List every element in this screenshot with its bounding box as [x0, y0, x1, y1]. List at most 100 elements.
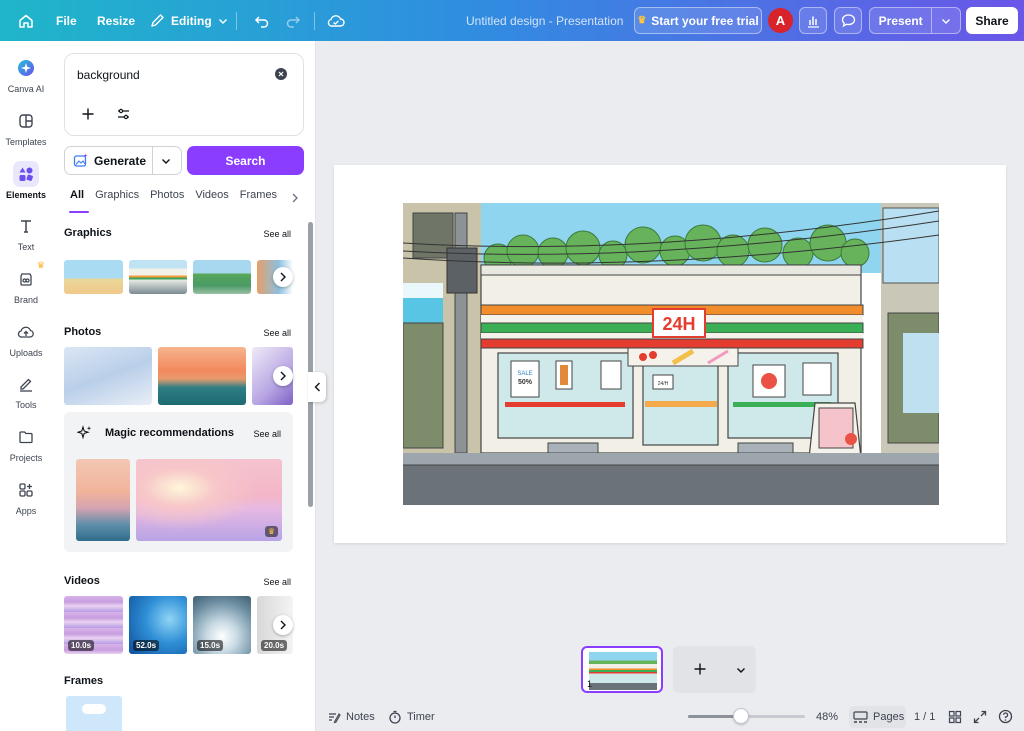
comments-button[interactable] — [834, 7, 862, 34]
resize-button[interactable]: Resize — [97, 0, 135, 41]
video-duration: 20.0s — [261, 640, 288, 651]
bar-chart-icon — [806, 14, 820, 28]
brand-icon: ♛ — [13, 260, 45, 292]
graphic-thumbnail[interactable] — [64, 260, 123, 294]
rail-item-uploads[interactable]: Uploads — [0, 319, 52, 369]
photos-next-icon[interactable] — [273, 366, 293, 386]
undo-icon[interactable] — [254, 0, 270, 41]
photo-thumbnail[interactable] — [64, 347, 152, 405]
timer-button[interactable]: Timer — [388, 702, 435, 731]
video-duration: 15.0s — [197, 640, 224, 651]
left-rail: Canva AI Templates Elements Text ♛ Brand… — [0, 41, 52, 731]
rail-item-templates[interactable]: Templates — [0, 108, 52, 158]
photo-thumbnail[interactable] — [158, 347, 246, 405]
search-button[interactable]: Search — [187, 146, 304, 175]
graphic-thumbnail[interactable] — [129, 260, 187, 294]
timer-icon — [388, 710, 402, 724]
magic-recommendations-card: Magic recommendations See all ♛ — [64, 412, 293, 552]
videos-section-title: Videos — [64, 575, 100, 587]
tab-graphics[interactable]: Graphics — [95, 189, 139, 213]
page-count: 1 / 1 — [914, 710, 936, 723]
uploads-icon — [13, 319, 39, 345]
video-thumbnail[interactable]: 52.0s — [129, 596, 187, 654]
crown-icon: ♛ — [264, 526, 278, 537]
start-free-trial-button[interactable]: ♛ Start your free trial — [634, 7, 762, 34]
chevron-down-icon[interactable] — [161, 156, 171, 166]
rail-item-tools[interactable]: Tools — [0, 371, 52, 421]
editing-mode-dropdown[interactable]: Editing — [150, 0, 228, 41]
rail-label: Uploads — [9, 348, 43, 358]
present-options-chevron-icon[interactable] — [932, 16, 960, 26]
videos-see-all-link[interactable]: See all — [263, 577, 291, 587]
rail-label: Elements — [5, 190, 47, 200]
avatar[interactable]: A — [768, 8, 793, 33]
tab-photos[interactable]: Photos — [150, 189, 184, 213]
store-sign-text: 24H — [662, 314, 695, 334]
magic-see-all-link[interactable]: See all — [253, 429, 281, 439]
share-button[interactable]: Share — [966, 7, 1018, 34]
notes-button[interactable]: Notes — [327, 702, 375, 731]
rail-item-apps[interactable]: Apps — [0, 477, 52, 527]
cloud-icon — [82, 704, 106, 714]
frame-thumbnail[interactable] — [66, 696, 122, 731]
generate-label: Generate — [94, 153, 147, 168]
grid-view-icon[interactable] — [948, 702, 962, 731]
add-page-icon[interactable] — [693, 662, 707, 676]
rail-item-elements[interactable]: Elements — [0, 161, 52, 211]
add-icon[interactable] — [81, 107, 95, 121]
tab-all[interactable]: All — [64, 189, 90, 213]
photos-see-all-link[interactable]: See all — [263, 328, 291, 338]
zoom-level[interactable]: 48% — [816, 702, 838, 731]
chevron-down-icon — [218, 16, 228, 26]
page-thumbnail[interactable]: 1 — [581, 646, 663, 693]
filter-icon[interactable] — [117, 108, 130, 120]
tab-frames[interactable]: Frames — [240, 189, 277, 213]
add-page-options-chevron-icon[interactable] — [736, 665, 746, 675]
store-illustration[interactable]: 24H SALE 50% 24/H — [403, 203, 939, 505]
help-icon[interactable] — [998, 702, 1013, 731]
video-thumbnail[interactable]: 15.0s — [193, 596, 251, 654]
ai-image-icon — [73, 153, 88, 168]
tools-icon — [13, 371, 39, 397]
graphics-next-icon[interactable] — [273, 267, 293, 287]
graphics-section-title: Graphics — [64, 227, 112, 239]
rail-item-brand[interactable]: ♛ Brand — [0, 260, 52, 316]
generate-button[interactable]: Generate — [64, 146, 182, 175]
apps-icon — [13, 477, 39, 503]
rail-label: Canva AI — [7, 84, 45, 94]
graphics-see-all-link[interactable]: See all — [263, 229, 291, 239]
clear-search-icon[interactable] — [275, 68, 287, 80]
search-input[interactable] — [77, 68, 267, 82]
video-thumbnail[interactable]: 10.0s — [64, 596, 123, 654]
page-number: 1 — [587, 679, 593, 689]
cloud-saved-icon[interactable] — [327, 0, 345, 41]
text-icon — [13, 213, 39, 239]
video-duration: 52.0s — [133, 640, 160, 651]
magic-thumbnail[interactable]: ♛ — [136, 459, 282, 541]
videos-next-icon[interactable] — [273, 615, 293, 635]
graphic-thumbnail[interactable] — [193, 260, 251, 294]
top-bar: File Resize Editing Untitled design - Pr… — [0, 0, 1024, 41]
fullscreen-icon[interactable] — [973, 702, 987, 731]
pages-icon — [853, 710, 868, 724]
file-menu[interactable]: File — [56, 0, 77, 41]
redo-icon[interactable] — [285, 0, 301, 41]
magic-thumbnail[interactable] — [76, 459, 130, 541]
pages-button[interactable]: Pages — [849, 706, 906, 728]
sparkles-icon — [77, 425, 93, 441]
tabs-next-chevron-icon[interactable] — [291, 193, 299, 203]
design-title[interactable]: Untitled design - Presentation — [466, 14, 623, 28]
rail-label: Templates — [5, 137, 47, 147]
rail-item-canva-ai[interactable]: Canva AI — [0, 55, 52, 105]
zoom-slider-handle[interactable] — [732, 708, 749, 724]
tab-videos[interactable]: Videos — [195, 189, 228, 213]
collapse-panel-button[interactable] — [308, 372, 326, 402]
analytics-button[interactable] — [799, 7, 827, 34]
present-button[interactable]: Present — [870, 14, 931, 28]
divider — [152, 147, 153, 174]
rail-item-text[interactable]: Text — [0, 213, 52, 263]
rail-item-projects[interactable]: Projects — [0, 424, 52, 474]
panel-scrollbar[interactable] — [308, 222, 313, 507]
home-icon[interactable] — [18, 0, 34, 41]
rail-label: Brand — [13, 295, 39, 305]
